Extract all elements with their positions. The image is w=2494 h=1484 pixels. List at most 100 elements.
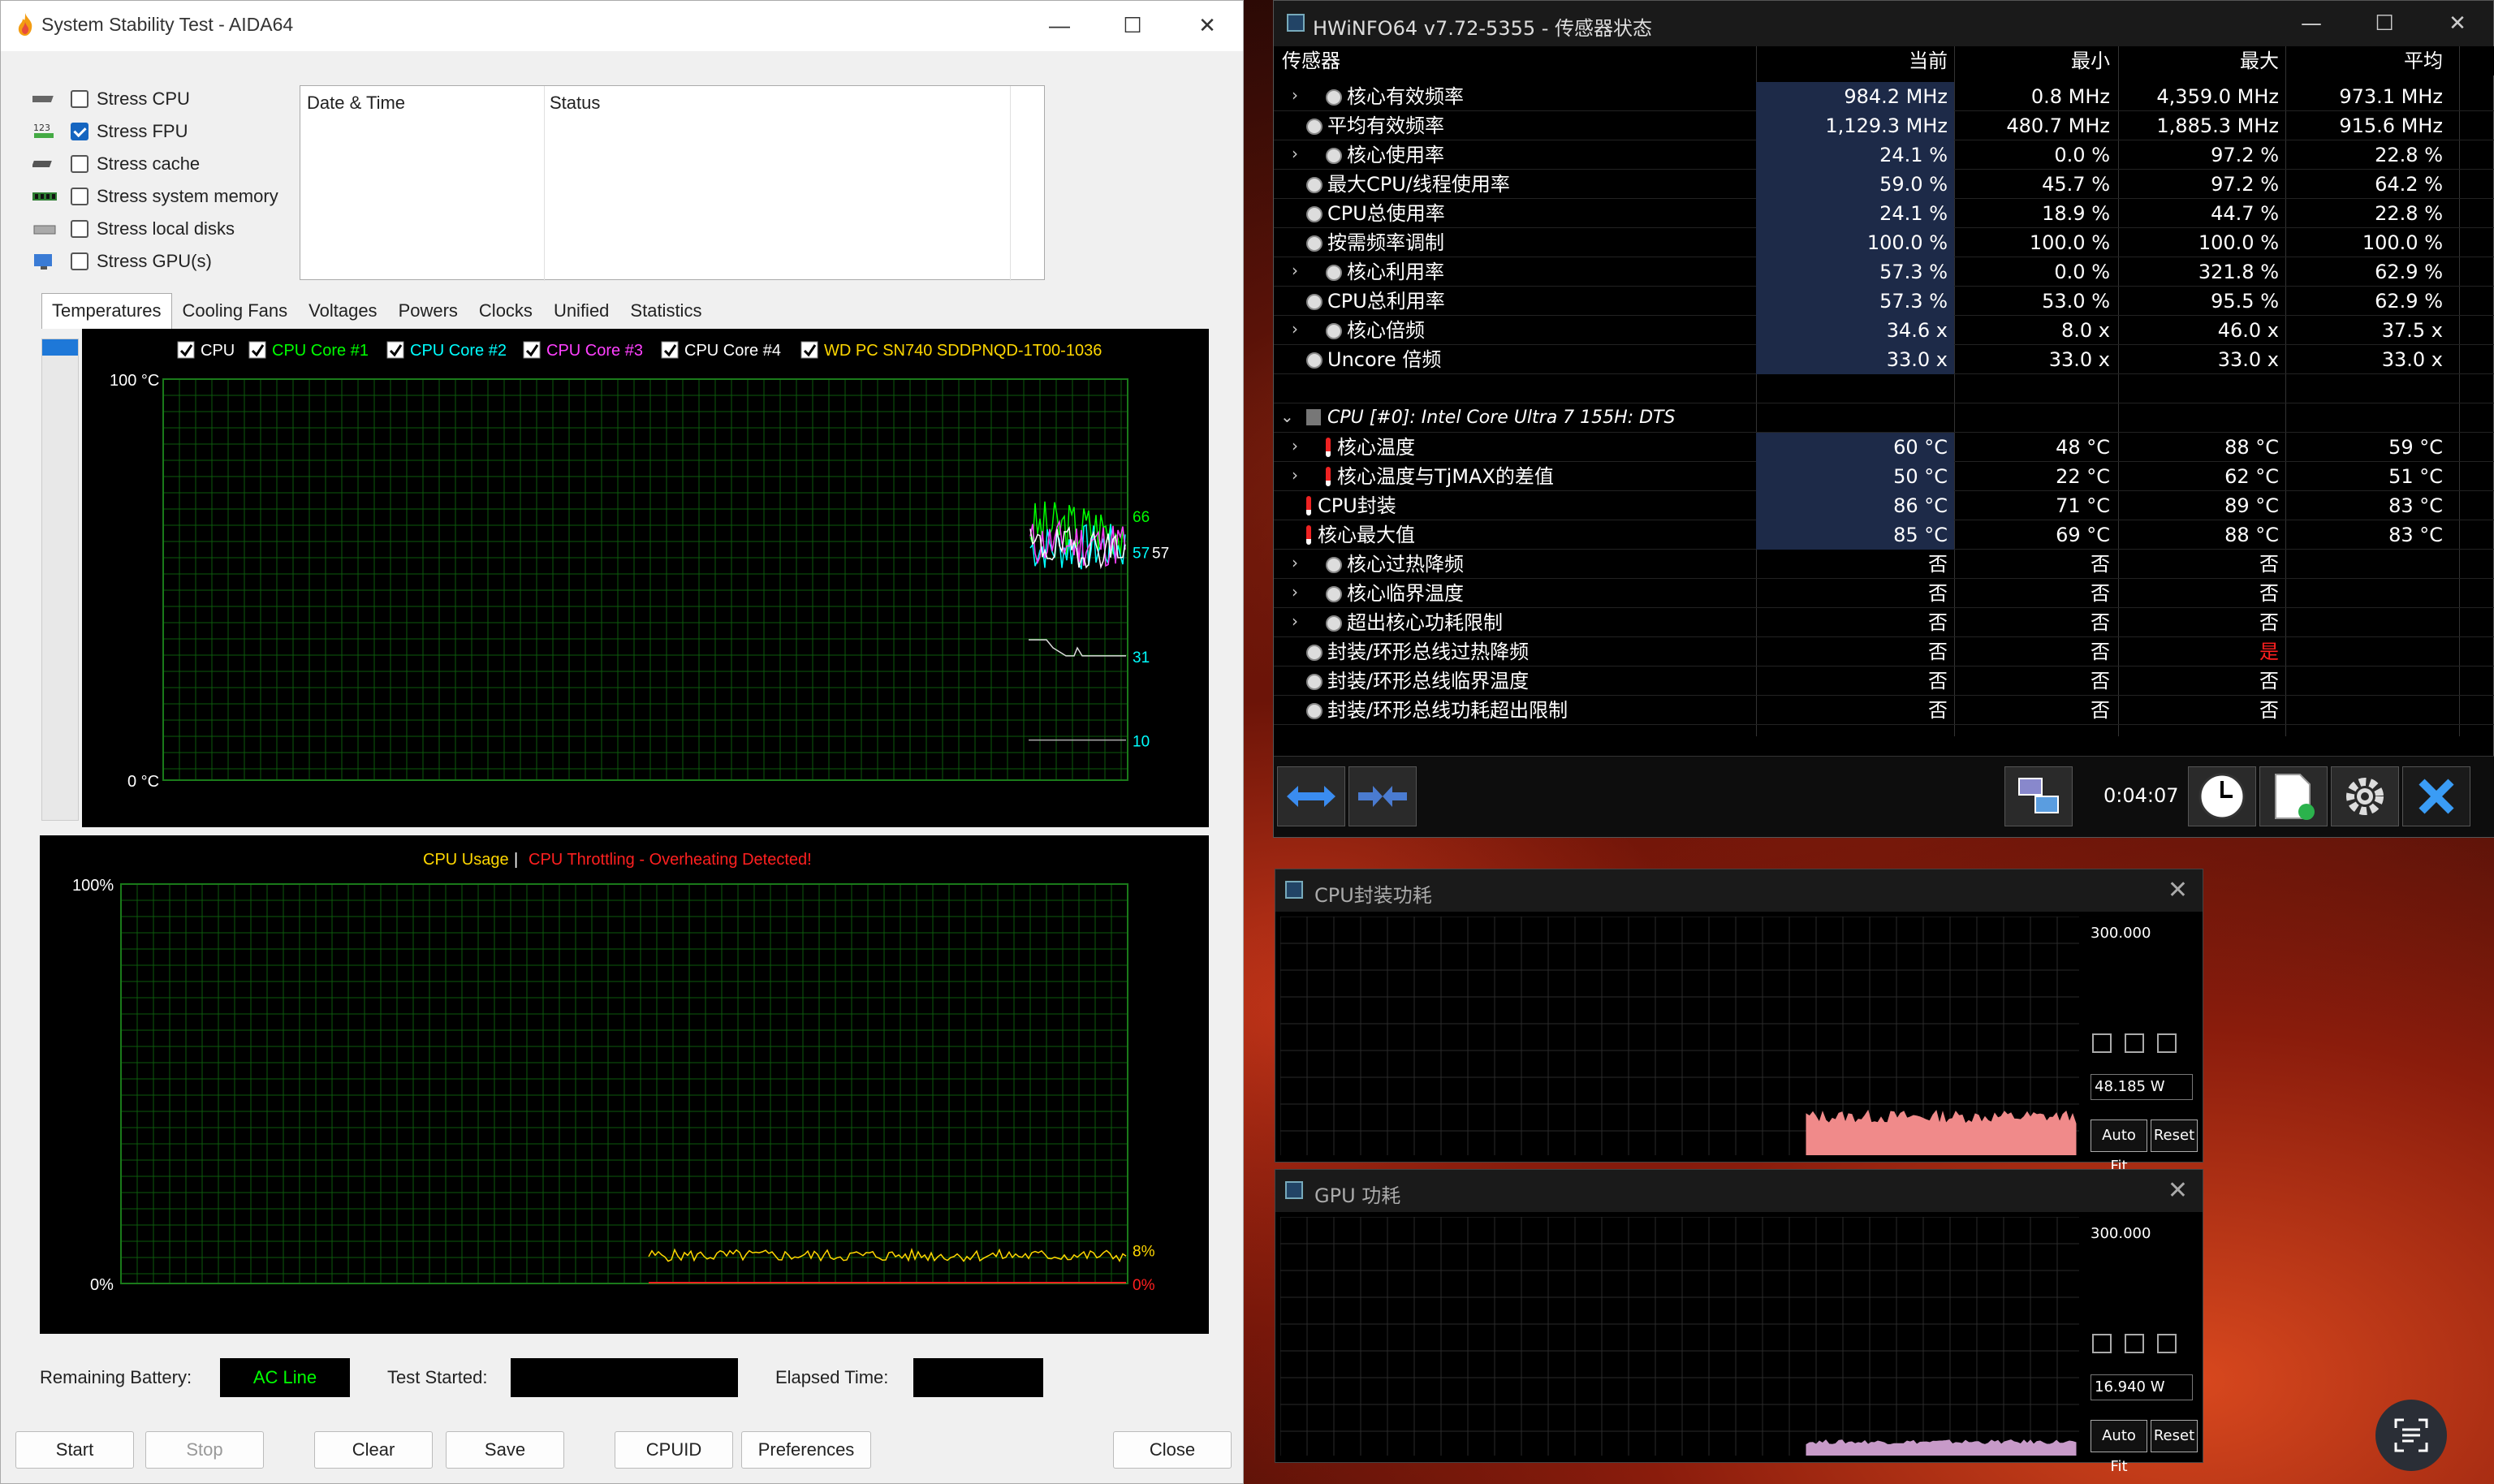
table-row[interactable]: › 核心温度与TjMAX的差值 50 °C 22 °C 62 °C 51 °C xyxy=(1274,462,2494,491)
stress-checkbox[interactable] xyxy=(71,188,88,205)
table-row[interactable]: CPU封装 86 °C 71 °C 89 °C 83 °C xyxy=(1274,491,2494,520)
table-row[interactable]: › 核心利用率 57.3 % 0.0 % 321.8 % 62.9 % xyxy=(1274,257,2494,287)
stress-checkbox[interactable] xyxy=(71,252,88,270)
minimize-button[interactable]: — xyxy=(1043,11,1076,40)
graph-option-checkbox[interactable] xyxy=(2157,1334,2177,1353)
expand-chevron-icon[interactable]: › xyxy=(1292,465,1298,485)
screen-text-capture-button[interactable] xyxy=(2375,1400,2447,1471)
auto-fit-button[interactable]: Auto Fit xyxy=(2091,1420,2147,1475)
expand-chevron-icon[interactable]: › xyxy=(1292,553,1298,572)
table-row[interactable]: 核心最大值 85 °C 69 °C 88 °C 83 °C xyxy=(1274,520,2494,550)
network-button[interactable] xyxy=(2004,766,2073,826)
preferences-button[interactable]: Preferences xyxy=(741,1431,871,1469)
minimize-button[interactable]: — xyxy=(2295,9,2328,38)
min-column-header[interactable]: 最小 xyxy=(1954,46,2116,75)
table-row[interactable]: 封装/环形总线过热降频 否 否 是 xyxy=(1274,637,2494,667)
graph-option-checkbox[interactable] xyxy=(2125,1334,2144,1353)
avg-column-header[interactable]: 平均 xyxy=(2285,46,2459,75)
graph-option-checkbox[interactable] xyxy=(2125,1033,2144,1053)
stop-button[interactable]: Stop xyxy=(145,1431,264,1469)
table-row[interactable]: › 核心有效频率 984.2 MHz 0.8 MHz 4,359.0 MHz 973.1 … xyxy=(1274,82,2494,111)
stress-checkbox[interactable] xyxy=(71,220,88,238)
legend-item[interactable]: CPU Core #2 xyxy=(386,341,507,360)
max-column-header[interactable]: 最大 xyxy=(2118,46,2285,75)
legend-item[interactable]: CPU Core #1 xyxy=(248,341,369,360)
expand-chevron-icon[interactable]: › xyxy=(1292,611,1298,631)
table-row[interactable]: Uncore 倍频 33.0 x 33.0 x 33.0 x 33.0 x xyxy=(1274,345,2494,374)
expand-chevron-icon[interactable]: › xyxy=(1292,144,1298,163)
stress-option-row[interactable]: Stress cache xyxy=(30,149,200,179)
chart-scrollbar[interactable] xyxy=(41,339,79,821)
stress-option-row[interactable]: Stress GPU(s) xyxy=(30,247,212,276)
stress-option-row[interactable]: Stress system memory xyxy=(30,182,278,211)
logging-button[interactable] xyxy=(2259,766,2328,826)
stress-option-row[interactable]: 123 Stress FPU xyxy=(30,117,188,146)
maximize-button[interactable]: ☐ xyxy=(2368,9,2401,38)
sensor-avg-value xyxy=(2285,550,2459,579)
graph-option-checkbox[interactable] xyxy=(2092,1334,2112,1353)
table-row[interactable]: › 超出核心功耗限制 否 否 否 xyxy=(1274,608,2494,637)
start-button[interactable]: Start xyxy=(15,1431,134,1469)
maximize-button[interactable]: ☐ xyxy=(1116,11,1149,40)
current-column-header[interactable]: 当前 xyxy=(1756,46,1954,75)
graph-option-checkbox[interactable] xyxy=(2092,1033,2112,1053)
tab-cooling-fans[interactable]: Cooling Fans xyxy=(172,293,299,329)
table-row[interactable]: 最大CPU/线程使用率 59.0 % 45.7 % 97.2 % 64.2 % xyxy=(1274,170,2494,199)
table-row[interactable]: › 核心温度 60 °C 48 °C 88 °C 59 °C xyxy=(1274,433,2494,462)
expand-chevron-icon[interactable]: › xyxy=(1292,436,1298,455)
table-row[interactable]: › 核心使用率 24.1 % 0.0 % 97.2 % 22.8 % xyxy=(1274,140,2494,170)
table-row[interactable]: 封装/环形总线功耗超出限制 否 否 否 xyxy=(1274,696,2494,725)
stress-option-row[interactable]: Stress CPU xyxy=(30,84,190,114)
clear-button[interactable]: Clear xyxy=(314,1431,433,1469)
close-graph-button[interactable]: ✕ xyxy=(2168,1176,2188,1205)
scroll-thumb[interactable] xyxy=(42,339,78,356)
reset-graph-button[interactable]: Reset xyxy=(2151,1420,2198,1452)
close-window-button[interactable]: ✕ xyxy=(1191,11,1223,40)
table-row[interactable]: CPU总使用率 24.1 % 18.9 % 44.7 % 22.8 % xyxy=(1274,199,2494,228)
table-row[interactable]: 按需频率调制 100.0 % 100.0 % 100.0 % 100.0 % xyxy=(1274,228,2494,257)
sensor-column-header[interactable]: 传感器 xyxy=(1282,46,1340,75)
cpuid-button[interactable]: CPUID xyxy=(615,1431,733,1469)
table-row[interactable] xyxy=(1274,374,2494,403)
tab-clocks[interactable]: Clocks xyxy=(468,293,543,329)
legend-item[interactable]: CPU Core #4 xyxy=(661,341,781,360)
stress-checkbox[interactable] xyxy=(71,123,88,140)
tab-temperatures[interactable]: Temperatures xyxy=(41,293,172,329)
table-row[interactable]: › 核心过热降频 否 否 否 xyxy=(1274,550,2494,579)
expand-chevron-icon[interactable]: › xyxy=(1292,319,1298,339)
save-button[interactable]: Save xyxy=(446,1431,564,1469)
table-row[interactable]: 封装/环形总线临界温度 否 否 否 xyxy=(1274,667,2494,696)
close-button[interactable]: Close xyxy=(1113,1431,1232,1469)
expand-chevron-icon[interactable]: › xyxy=(1292,261,1298,280)
stress-checkbox[interactable] xyxy=(71,155,88,173)
auto-fit-button[interactable]: Auto Fit xyxy=(2091,1119,2147,1175)
legend-item[interactable]: CPU Core #3 xyxy=(523,341,643,360)
reset-timer-button[interactable] xyxy=(2188,766,2256,826)
tab-statistics[interactable]: Statistics xyxy=(619,293,712,329)
expand-chevron-icon[interactable]: › xyxy=(1292,85,1298,105)
tab-powers[interactable]: Powers xyxy=(388,293,468,329)
tab-unified[interactable]: Unified xyxy=(543,293,619,329)
expand-chevron-icon[interactable]: › xyxy=(1292,582,1298,602)
stress-checkbox[interactable] xyxy=(71,90,88,108)
exit-button[interactable] xyxy=(2402,766,2470,826)
status-column-header[interactable]: Status xyxy=(550,93,600,114)
legend-item[interactable]: CPU xyxy=(177,341,235,360)
datetime-column-header[interactable]: Date & Time xyxy=(307,93,405,114)
collapse-button[interactable] xyxy=(1348,766,1417,826)
reset-graph-button[interactable]: Reset xyxy=(2151,1119,2198,1152)
collapse-chevron-icon[interactable]: ⌄ xyxy=(1280,407,1294,426)
close-graph-button[interactable]: ✕ xyxy=(2168,876,2188,904)
settings-button[interactable] xyxy=(2331,766,2399,826)
legend-item[interactable]: WD PC SN740 SDDPNQD-1T00-1036 xyxy=(800,341,1102,360)
table-row[interactable]: › 核心倍频 34.6 x 8.0 x 46.0 x 37.5 x xyxy=(1274,316,2494,345)
graph-option-checkbox[interactable] xyxy=(2157,1033,2177,1053)
stress-option-row[interactable]: Stress local disks xyxy=(30,214,235,244)
close-window-button[interactable]: ✕ xyxy=(2441,9,2474,38)
table-row[interactable]: 平均有效频率 1,129.3 MHz 480.7 MHz 1,885.3 MHz 915… xyxy=(1274,111,2494,140)
table-row[interactable]: › 核心临界温度 否 否 否 xyxy=(1274,579,2494,608)
expand-collapse-button[interactable] xyxy=(1277,766,1345,826)
tab-voltages[interactable]: Voltages xyxy=(298,293,387,329)
sensor-group-row[interactable]: ⌄ CPU [#0]: Intel Core Ultra 7 155H: DTS xyxy=(1274,403,2494,433)
table-row[interactable]: CPU总利用率 57.3 % 53.0 % 95.5 % 62.9 % xyxy=(1274,287,2494,316)
